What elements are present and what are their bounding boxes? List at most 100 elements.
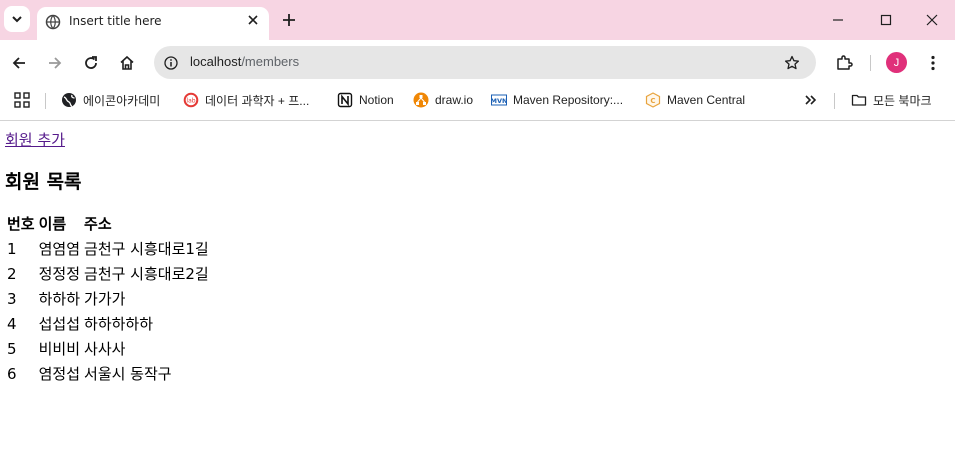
cell-number: 1 xyxy=(7,239,17,258)
cell-address: 하하하하하 xyxy=(84,315,154,333)
chevron-down-icon xyxy=(12,16,22,23)
maximize-icon xyxy=(880,14,892,26)
cell-number: 3 xyxy=(7,289,17,308)
bookmark-label: Maven Central xyxy=(667,93,746,107)
bookmark-item[interactable]: draw.io xyxy=(413,85,473,115)
url-path: /members xyxy=(241,54,300,69)
more-bookmarks-button[interactable] xyxy=(804,85,818,115)
tab-title: Insert title here xyxy=(69,14,162,28)
apps-button[interactable] xyxy=(14,85,30,115)
globe-icon xyxy=(61,92,77,108)
maven-central-icon: C xyxy=(645,92,661,108)
notion-icon xyxy=(337,92,353,108)
bookmark-item[interactable]: 에이콘아카데미 xyxy=(61,85,160,115)
profile-avatar[interactable]: J xyxy=(886,52,907,73)
bookmark-label: Notion xyxy=(359,93,394,107)
apps-grid-icon xyxy=(14,92,30,108)
minimize-icon xyxy=(833,19,843,21)
cell-address: 서울시 동작구 xyxy=(84,365,172,383)
table-row: 1 염염염 금천구 시흥대로1길 xyxy=(6,237,210,260)
arrow-right-icon xyxy=(49,57,62,69)
svg-text:C: C xyxy=(650,97,655,105)
forward-button[interactable] xyxy=(42,50,68,76)
site-info-button[interactable] xyxy=(161,53,181,73)
home-button[interactable] xyxy=(114,50,140,76)
svg-text:lab: lab xyxy=(186,98,195,105)
maximize-button[interactable] xyxy=(874,8,898,32)
bookmark-label: 에이콘아카데미 xyxy=(83,93,161,108)
address-bar[interactable]: localhost/members xyxy=(154,46,816,79)
cell-number: 2 xyxy=(7,264,17,283)
members-table: 번호 이름 주소 1 염염염 금천구 시흥대로1길 2 정정정 금천구 시흥대로… xyxy=(4,210,212,387)
table-row: 6 염정섭 서울시 동작구 xyxy=(6,362,210,385)
add-member-link[interactable]: 회원 추가 xyxy=(5,129,65,150)
info-icon xyxy=(164,56,178,70)
plus-icon xyxy=(283,14,295,26)
cell-name: 염염염 xyxy=(38,240,81,258)
browser-toolbar: localhost/members J xyxy=(0,40,955,85)
drawio-icon xyxy=(413,92,429,108)
cell-name: 비비비 xyxy=(38,340,81,358)
bookmark-item[interactable]: Notion xyxy=(337,85,394,115)
table-row: 5 비비비 사사사 xyxy=(6,337,210,360)
cell-name: 하하하 xyxy=(38,290,81,308)
close-icon xyxy=(926,14,938,26)
bookmark-label: 데이터 과학자 + 프... xyxy=(205,93,310,108)
column-header-number: 번호 xyxy=(7,215,35,233)
bookmark-item[interactable]: MVN Maven Repository:... xyxy=(491,85,623,115)
minimize-button[interactable] xyxy=(826,8,850,32)
bookmark-label: draw.io xyxy=(435,93,474,107)
mvn-icon: MVN xyxy=(491,92,507,108)
page-title: 회원 목록 xyxy=(5,171,82,193)
back-button[interactable] xyxy=(6,50,32,76)
arrow-left-icon xyxy=(12,57,25,69)
cell-address: 금천구 시흥대로2길 xyxy=(84,265,209,283)
url-text: localhost/members xyxy=(190,54,299,69)
cell-address: 사사사 xyxy=(84,340,126,358)
cell-name: 섭섭섭 xyxy=(38,315,81,333)
bookmarks-bar: 에이콘아카데미 lab 데이터 과학자 + 프... Notion draw.i… xyxy=(0,85,955,121)
page-content: 회원 추가 회원 목록 번호 이름 주소 1 염염염 금천구 시흥대로1길 2 … xyxy=(0,121,955,461)
cell-number: 4 xyxy=(7,314,17,333)
bookmark-label: Maven Repository:... xyxy=(513,93,624,107)
puzzle-icon xyxy=(837,55,853,70)
menu-button[interactable] xyxy=(920,50,946,76)
lab-icon: lab xyxy=(183,92,199,108)
column-header-name: 이름 xyxy=(38,215,67,233)
url-host: localhost xyxy=(190,54,242,69)
close-window-button[interactable] xyxy=(920,8,944,32)
toolbar-divider xyxy=(870,55,871,71)
close-tab-button[interactable] xyxy=(244,11,262,29)
table-row: 2 정정정 금천구 시흥대로2길 xyxy=(6,262,210,285)
cell-address: 가가가 xyxy=(84,290,126,308)
double-chevron-right-icon xyxy=(805,95,817,105)
cell-name: 정정정 xyxy=(38,265,81,283)
table-row: 4 섭섭섭 하하하하하 xyxy=(6,312,210,335)
active-tab[interactable]: Insert title here xyxy=(37,7,269,40)
bookmark-item[interactable]: C Maven Central xyxy=(645,85,745,115)
column-header-address: 주소 xyxy=(84,215,112,233)
reload-button[interactable] xyxy=(78,50,104,76)
home-icon xyxy=(120,55,134,70)
reload-icon xyxy=(85,56,97,69)
extensions-button[interactable] xyxy=(831,50,857,76)
cell-number: 6 xyxy=(7,364,17,383)
cell-address: 금천구 시흥대로1길 xyxy=(84,240,209,258)
tab-strip: Insert title here xyxy=(0,0,955,40)
folder-icon xyxy=(851,92,867,108)
globe-icon xyxy=(45,14,61,34)
bookmarks-divider xyxy=(834,93,835,109)
all-bookmarks-label: 모든 북마크 xyxy=(873,93,932,108)
tab-search-button[interactable] xyxy=(4,6,30,32)
bookmark-star-button[interactable] xyxy=(782,53,802,73)
svg-text:MVN: MVN xyxy=(491,97,507,105)
more-vert-icon xyxy=(931,55,935,71)
new-tab-button[interactable] xyxy=(279,10,299,30)
bookmark-item[interactable]: lab 데이터 과학자 + 프... xyxy=(183,85,309,115)
all-bookmarks-button[interactable]: 모든 북마크 xyxy=(851,85,932,115)
table-row: 3 하하하 가가가 xyxy=(6,287,210,310)
bookmarks-divider xyxy=(45,93,46,109)
table-header-row: 번호 이름 주소 xyxy=(6,212,210,235)
close-icon xyxy=(248,15,258,25)
cell-name: 염정섭 xyxy=(38,365,81,383)
